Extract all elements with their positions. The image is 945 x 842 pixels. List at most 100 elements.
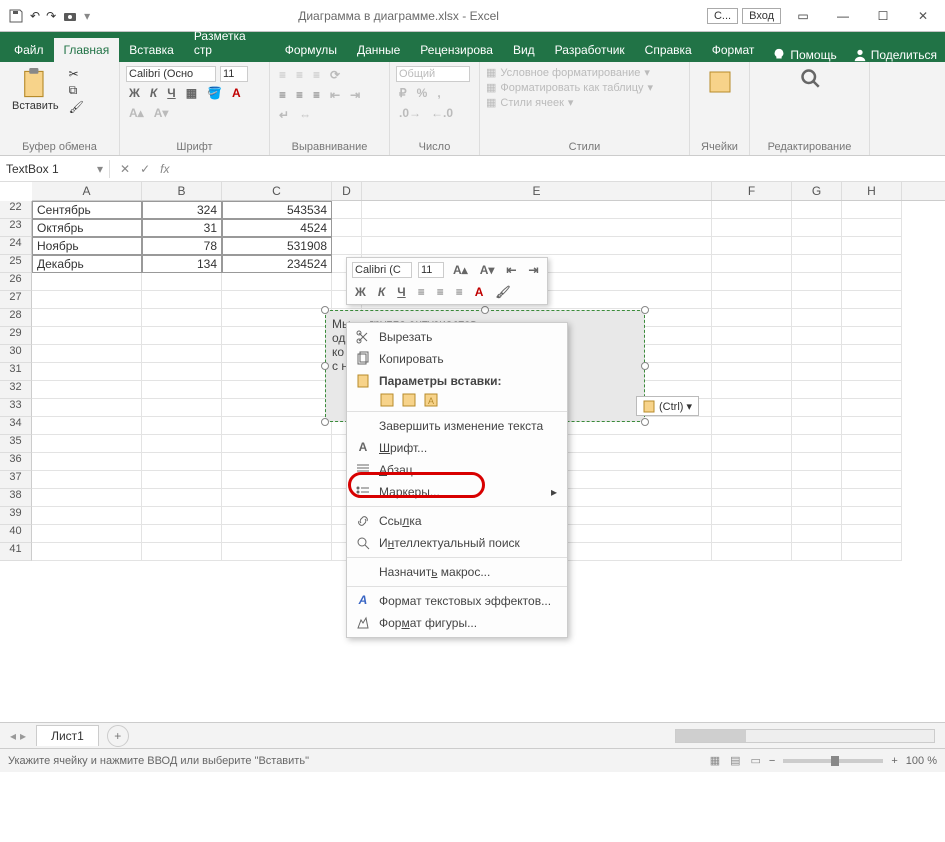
cell[interactable] [842, 543, 902, 561]
cell[interactable] [222, 309, 332, 327]
cell[interactable] [792, 219, 842, 237]
font-color-icon[interactable]: A [229, 84, 244, 102]
row-header[interactable]: 26 [0, 273, 32, 291]
cell[interactable] [332, 219, 362, 237]
view-normal-icon[interactable]: ▦ [710, 754, 720, 767]
cell[interactable] [712, 309, 792, 327]
number-format-select[interactable]: Общий [396, 66, 470, 82]
resize-handle[interactable] [641, 418, 649, 426]
cell[interactable] [712, 345, 792, 363]
ctx-cut[interactable]: Вырезать [347, 326, 567, 348]
mini-format-painter-icon[interactable]: 🖌 [492, 283, 513, 301]
row-header[interactable]: 35 [0, 435, 32, 453]
view-page-layout-icon[interactable]: ▤ [730, 754, 740, 767]
tab-home[interactable]: Главная [54, 38, 120, 62]
indent-inc-icon[interactable]: ⇥ [347, 86, 363, 104]
cell[interactable] [792, 489, 842, 507]
align-top-icon[interactable]: ≡ [276, 66, 289, 84]
cell[interactable] [142, 327, 222, 345]
redo-icon[interactable]: ↷ [46, 9, 56, 23]
cell[interactable] [32, 525, 142, 543]
cell[interactable] [712, 291, 792, 309]
row-header[interactable]: 28 [0, 309, 32, 327]
ribbon-display-icon[interactable]: ▭ [785, 2, 821, 30]
cell[interactable] [222, 381, 332, 399]
wrap-text-icon[interactable]: ↵ [276, 106, 292, 124]
row-header[interactable]: 41 [0, 543, 32, 561]
cell[interactable]: 543534 [222, 201, 332, 219]
cell[interactable] [792, 273, 842, 291]
save-indicator[interactable]: С... [707, 8, 738, 24]
cell[interactable] [792, 399, 842, 417]
cell[interactable] [792, 381, 842, 399]
inc-decimal-icon[interactable]: .0→ [396, 104, 424, 122]
tab-insert[interactable]: Вставка [119, 38, 184, 62]
camera-icon[interactable] [62, 8, 78, 24]
cell[interactable] [842, 489, 902, 507]
cell[interactable] [842, 255, 902, 273]
resize-handle[interactable] [321, 306, 329, 314]
row-header[interactable]: 22 [0, 201, 32, 219]
cell[interactable] [362, 201, 712, 219]
tab-help[interactable]: Справка [635, 38, 702, 62]
cell[interactable] [222, 363, 332, 381]
ctx-finish-text-edit[interactable]: Завершить изменение текста [347, 415, 567, 437]
cell[interactable] [842, 507, 902, 525]
editing-button[interactable] [756, 66, 863, 90]
cell[interactable] [842, 237, 902, 255]
cell[interactable] [712, 363, 792, 381]
bold-button[interactable]: Ж [126, 84, 143, 102]
cell[interactable] [32, 489, 142, 507]
font-size-select[interactable]: 11 [220, 66, 248, 82]
cell[interactable]: 31 [142, 219, 222, 237]
paste-text-only-icon[interactable]: A [423, 392, 439, 408]
orientation-icon[interactable]: ⟳ [327, 66, 343, 84]
cell[interactable] [222, 507, 332, 525]
cell[interactable] [712, 327, 792, 345]
cell[interactable] [712, 453, 792, 471]
tab-page-layout[interactable]: Разметка стр [184, 24, 275, 62]
cell[interactable] [842, 363, 902, 381]
paste-merge-icon[interactable] [401, 392, 417, 408]
cell[interactable] [32, 309, 142, 327]
row-header[interactable]: 31 [0, 363, 32, 381]
dec-decimal-icon[interactable]: ←.0 [428, 104, 456, 122]
cell[interactable] [792, 327, 842, 345]
resize-handle[interactable] [641, 362, 649, 370]
cell[interactable] [842, 201, 902, 219]
cell[interactable]: 4524 [222, 219, 332, 237]
cell[interactable] [142, 273, 222, 291]
cell[interactable] [712, 219, 792, 237]
cell[interactable] [32, 507, 142, 525]
tab-data[interactable]: Данные [347, 38, 410, 62]
sheet-nav-next-icon[interactable]: ▸ [20, 729, 26, 743]
resize-handle[interactable] [481, 306, 489, 314]
ctx-format-text-effects[interactable]: AФормат текстовых эффектов... [347, 590, 567, 612]
mini-align-right-icon[interactable]: ≡ [453, 283, 466, 301]
decrease-font-icon[interactable]: A▾ [151, 104, 172, 122]
column-header[interactable]: D [332, 182, 362, 200]
row-header[interactable]: 24 [0, 237, 32, 255]
align-right-icon[interactable]: ≡ [310, 86, 323, 104]
cell[interactable] [712, 381, 792, 399]
ctx-bullets[interactable]: Маркеры...▸ [347, 481, 567, 503]
cell[interactable] [142, 345, 222, 363]
cell[interactable]: Ноябрь [32, 237, 142, 255]
cell[interactable] [712, 489, 792, 507]
mini-italic-button[interactable]: К [375, 283, 388, 301]
row-header[interactable]: 30 [0, 345, 32, 363]
fill-color-icon[interactable]: 🪣 [204, 84, 225, 102]
mini-font-size[interactable]: 11 [418, 262, 444, 278]
column-header[interactable]: F [712, 182, 792, 200]
cell-styles-button[interactable]: ▦ Стили ячеек ▾ [486, 96, 683, 109]
row-header[interactable]: 36 [0, 453, 32, 471]
underline-button[interactable]: Ч [164, 84, 178, 102]
cell[interactable] [842, 291, 902, 309]
cell[interactable] [712, 435, 792, 453]
column-header[interactable]: A [32, 182, 142, 200]
row-header[interactable]: 25 [0, 255, 32, 273]
cell[interactable] [222, 543, 332, 561]
tab-format[interactable]: Формат [702, 38, 765, 62]
cell[interactable] [142, 417, 222, 435]
column-header[interactable]: E [362, 182, 712, 200]
